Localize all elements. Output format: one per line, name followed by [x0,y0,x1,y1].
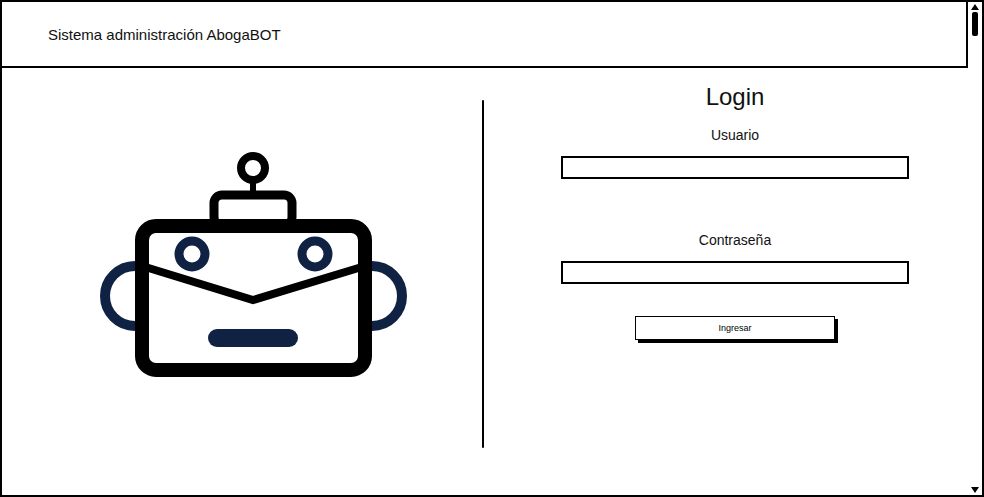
field-label: Contraseña [699,231,771,249]
password-input[interactable] [561,261,909,284]
logo-panel [2,68,482,495]
scroll-down-icon[interactable] [971,487,979,493]
username-input[interactable] [561,156,909,179]
field-label: Usuario [711,126,759,144]
login-title: Login [706,82,765,112]
login-button[interactable]: Ingresar [635,316,835,340]
window-title: Sistema administración AbogaBOT [48,26,281,43]
scroll-up-icon[interactable] [971,4,979,10]
divider [482,100,484,448]
robot-logo-icon [100,138,410,388]
scrollbar[interactable] [968,2,982,495]
scroll-thumb[interactable] [972,12,978,36]
header-bar: Sistema administración AbogaBOT [2,2,968,68]
login-panel: Login Usuario Contraseña Ingresar [484,68,968,495]
app-window: Sistema administración AbogaBOT LoginUsu [0,0,984,497]
